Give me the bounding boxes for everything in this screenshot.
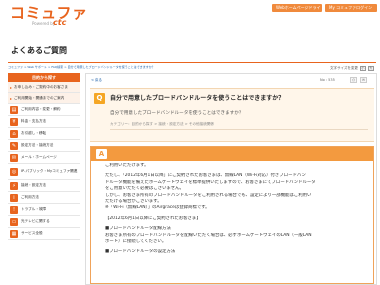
answer-box: A ご利用いただけます。 ただし、「2012年6月1日以降」にご契約されたお客さ… (90, 146, 374, 284)
network-icon: ◎ (10, 167, 18, 176)
sidebar-item-label: トラブル・故障 (21, 207, 47, 211)
sidebar-item-label: IP-パブリック・Myコミュファ関連 (21, 169, 78, 174)
plug-icon: ⚡ (10, 181, 18, 190)
font-size-tools: 文字サイズを変更 小 大 (330, 65, 374, 72)
sidebar-heading: 目的から探す (8, 73, 80, 82)
mail-share-icon[interactable]: ✉ (360, 77, 367, 83)
answer-body: ご利用いただけます。 ただし、「2012年6月1日以降」にご契約されたお客さまは… (105, 163, 369, 283)
question-category[interactable]: カテゴリー：目的から探す > 接続・設定方法 > その他接続関係 (110, 122, 214, 127)
breadcrumb[interactable]: コミュファ > Web サポート > FAQ検索 > 自分で用意したブロードバン… (8, 64, 248, 71)
question-divider (110, 129, 368, 130)
ctc-logo: ctc (53, 18, 67, 27)
font-size-label: 文字サイズを変更 (330, 66, 358, 70)
sidebar-item-trouble[interactable]: ! トラブル・故障 (8, 204, 80, 216)
sidebar-item-label: お申し込み・ご契約中のお客さま (14, 84, 68, 89)
title-divider (8, 62, 376, 63)
back-link[interactable]: < 戻る (91, 76, 102, 84)
yen-icon: ¥ (10, 117, 18, 126)
print-icon[interactable]: ⎙ (350, 77, 357, 83)
sidebar-item-ip-public[interactable]: ◎ IP-パブリック・Myコミュファ関連 (8, 164, 80, 180)
arrow-icon: ▸ (10, 84, 13, 90)
info-icon: i (10, 193, 18, 202)
sidebar-item-label: ご利用方法 (21, 195, 39, 199)
content-toolbar: < 戻る No : 535 ⎙ ✉ (88, 76, 374, 84)
answer-line: ■ブロードバンドルータの設定方法 (105, 249, 176, 255)
tool-icon: ✎ (10, 141, 18, 150)
grid-icon: ▦ (10, 229, 18, 238)
site-header: コミュファ Powered by ctc Webホームページドライ My コミュ… (0, 0, 380, 34)
font-size-large-button[interactable]: 大 (367, 66, 374, 71)
header-link-mycommufa-login[interactable]: My コミュファログイン (325, 4, 377, 12)
doc-icon: ▤ (10, 105, 18, 114)
question-box: Q 自分で用意したブロードバンドルータを使うことはできますか？ 自分で用意したブ… (90, 88, 374, 142)
sidebar-item-label: ご利用開始・開通までのご案内 (14, 95, 65, 100)
header-link-homepage[interactable]: Webホームページドライ (272, 4, 322, 12)
sidebar-item-tv[interactable]: ▭ 光テレビに関する (8, 216, 80, 228)
sidebar-item-label: 料金・支払方法 (21, 119, 47, 123)
question-badge-icon: Q (94, 93, 105, 104)
answer-header: A (91, 147, 373, 161)
warning-icon: ! (10, 205, 18, 214)
sidebar-item-start[interactable]: ▸ ご利用開始・開通までのご案内 (8, 93, 80, 104)
font-size-small-button[interactable]: 小 (359, 66, 366, 71)
tv-icon: ▭ (10, 217, 18, 226)
sidebar-item-connection[interactable]: ⚡ 接続・設定方法 (8, 180, 80, 192)
mail-icon: ✉ (10, 153, 18, 162)
sidebar: 目的から探す ▸ お申し込み・ご契約中のお客さま ▸ ご利用開始・開通までのご案… (8, 73, 80, 240)
sidebar-item-application[interactable]: ▸ お申し込み・ご契約中のお客さま (8, 82, 80, 93)
sidebar-item-label: 設定方法・接続方法 (21, 143, 54, 147)
sidebar-item-setup[interactable]: ✎ 設定方法・接続方法 (8, 140, 80, 152)
sidebar-item-label: 光テレビに関する (21, 219, 50, 223)
sidebar-item-moving[interactable]: ⌂ お引越し・移転 (8, 128, 80, 140)
question-title: 自分で用意したブロードバンドルータを使うことはできますか？ (110, 95, 285, 102)
sidebar-item-usage[interactable]: i ご利用方法 (8, 192, 80, 204)
sidebar-item-label: お引越し・移転 (21, 131, 47, 135)
sidebar-item-mail[interactable]: ✉ メール・ホームページ (8, 152, 80, 164)
commufa-logo[interactable]: コミュファ (10, 4, 88, 22)
answer-badge-icon: A (96, 149, 107, 159)
faq-content: < 戻る No : 535 ⎙ ✉ Q 自分で用意したブロードバンドルータを使う… (85, 73, 377, 285)
sidebar-item-label: ご利用内容・変更・解約 (21, 107, 61, 111)
faq-number: No : 535 (320, 78, 335, 82)
arrow-icon: ▸ (10, 95, 13, 101)
sidebar-item-contract[interactable]: ▤ ご利用内容・変更・解約 (8, 104, 80, 116)
house-icon: ⌂ (10, 129, 18, 138)
sidebar-item-billing[interactable]: ¥ 料金・支払方法 (8, 116, 80, 128)
sidebar-item-general[interactable]: ▦ サービス全般 (8, 228, 80, 240)
sidebar-item-label: サービス全般 (21, 231, 43, 235)
page-title: よくあるご質問 (11, 46, 67, 55)
sidebar-item-label: メール・ホームページ (21, 155, 57, 159)
logo-powered-by: Powered by (32, 21, 56, 26)
sidebar-item-label: 接続・設定方法 (21, 183, 47, 187)
question-body: 自分で用意したブロードバンドルータを使うことはできますか？ (110, 111, 244, 116)
